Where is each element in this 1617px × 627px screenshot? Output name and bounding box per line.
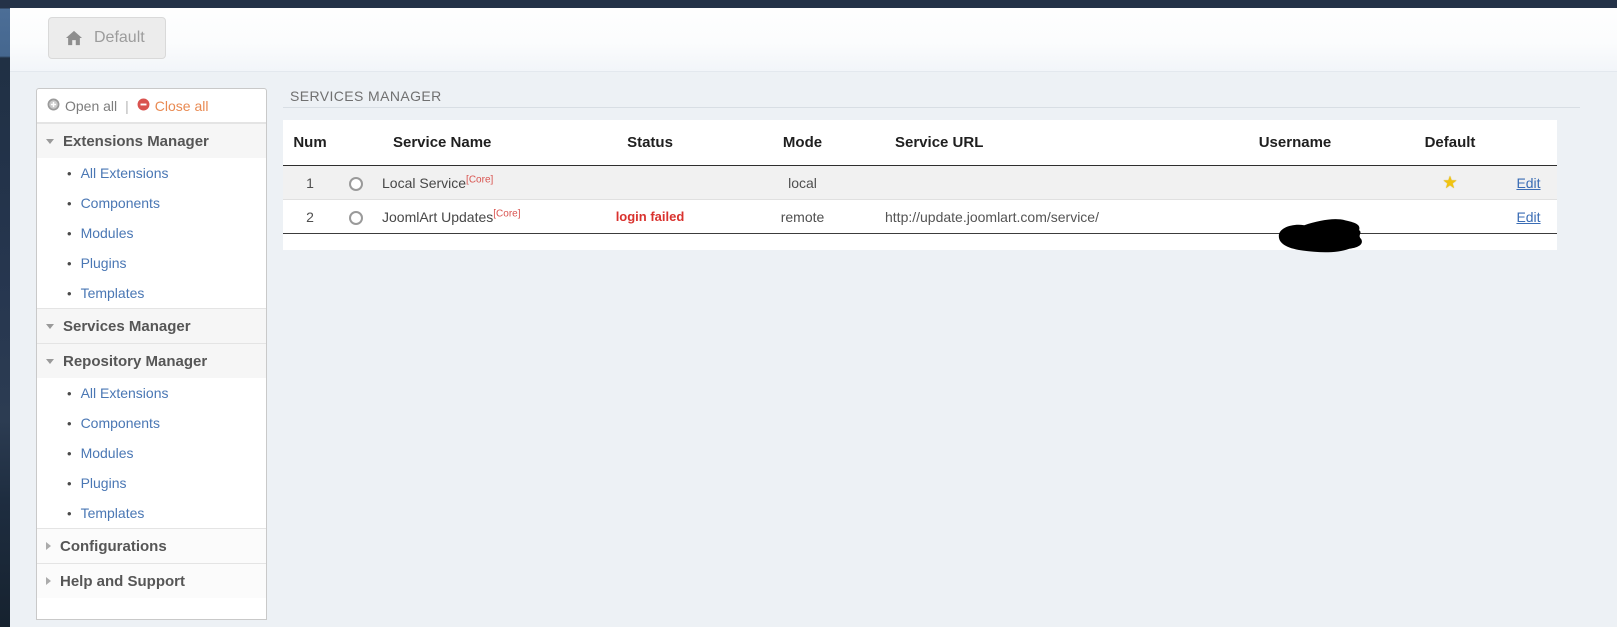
col-header-status: Status [627,134,673,151]
sidebar-section-extensions-manager[interactable]: Extensions Manager [37,123,266,158]
col-header-num: Num [293,134,327,151]
service-name-cell: Local Service[Core] [375,173,580,191]
sidebar-toolbar: Open all | Close all [37,89,266,123]
row-number: 2 [306,208,314,225]
mode-cell: remote [780,208,825,225]
item-label: Templates [80,285,145,301]
item-label: All Extensions [80,165,169,181]
caret-right-icon [46,577,51,585]
left-edge-stripe [0,0,10,627]
core-badge: [Core] [493,207,521,219]
default-template-button[interactable]: Default [48,17,166,59]
top-navy-bar [0,0,1617,8]
item-label: Modules [80,445,134,461]
mode-cell: local [788,174,817,191]
edit-link[interactable]: Edit [1516,209,1540,225]
sidebar-item-all-extensions[interactable]: All Extensions [37,378,266,408]
default-button-label: Default [94,29,145,46]
sidebar-item-templates[interactable]: Templates [37,498,266,528]
section-label: Configurations [60,537,167,555]
toolbar-divider: | [125,97,129,114]
caret-right-icon [46,542,51,550]
item-label: Templates [80,505,145,521]
sidebar-item-all-extensions[interactable]: All Extensions [37,158,266,188]
sidebar-item-components[interactable]: Components [37,188,266,218]
service-name: JoomlArt Updates [382,208,494,225]
status-cell: login failed [615,209,685,224]
home-icon [65,30,83,46]
sidebar-section-repository-manager[interactable]: Repository Manager [37,343,266,378]
table-row-joomlart-updates: 2 JoomlArt Updates[Core] login failed re… [283,200,1557,252]
item-label: Plugins [80,475,127,491]
col-header-default: Default [1424,134,1476,151]
item-label: Components [80,415,160,431]
sidebar-item-templates[interactable]: Templates [37,278,266,308]
sidebar-item-components[interactable]: Components [37,408,266,438]
title-divider [283,107,1580,108]
service-name-cell: JoomlArt Updates[Core] [375,207,580,225]
caret-down-icon [46,323,54,329]
top-toolbar: Default [10,8,1617,72]
open-all-button[interactable]: Open all [47,98,117,114]
caret-down-icon [46,138,54,144]
section-label: Extensions Manager [63,132,209,150]
sidebar-item-modules[interactable]: Modules [37,218,266,248]
sidebar-accordion: Open all | Close all Extensions Manager … [36,88,267,620]
open-all-label: Open all [65,97,118,114]
sidebar-section-services-manager[interactable]: Services Manager [37,308,266,343]
col-header-username: Username [1258,134,1332,151]
table-row-local-service: 1 Local Service[Core] local ★ Edit [283,166,1557,200]
col-header-mode: Mode [782,134,823,151]
redaction-blob [1278,218,1362,252]
section-label: Repository Manager [63,352,208,370]
table-header-row: Num Service Name Status Mode Service URL… [283,120,1557,166]
sidebar-item-plugins[interactable]: Plugins [37,468,266,498]
service-url-cell: http://update.joomlart.com/service/ [885,208,1099,225]
item-label: All Extensions [80,385,169,401]
row-number: 1 [306,174,314,191]
repository-manager-items: All Extensions Components Modules Plugin… [37,378,266,528]
default-star-icon[interactable]: ★ [1442,173,1457,192]
extensions-manager-items: All Extensions Components Modules Plugin… [37,158,266,308]
sidebar-item-modules[interactable]: Modules [37,438,266,468]
sidebar-section-configurations[interactable]: Configurations [37,528,266,563]
col-header-service-name: Service Name [393,134,492,151]
sidebar-item-plugins[interactable]: Plugins [37,248,266,278]
caret-down-icon [46,358,54,364]
row-select-radio[interactable] [349,210,363,225]
page-title: SERVICES MANAGER [290,88,442,104]
core-badge: [Core] [466,173,494,185]
col-header-service-url: Service URL [895,134,984,151]
close-all-button[interactable]: Close all [137,98,209,114]
section-label: Services Manager [63,317,191,335]
item-label: Modules [80,225,134,241]
minus-circle-icon [137,98,150,114]
edit-link[interactable]: Edit [1516,175,1540,191]
item-label: Plugins [80,255,127,271]
plus-circle-icon [47,98,60,114]
row-select-radio[interactable] [349,176,363,191]
sidebar-section-help-and-support[interactable]: Help and Support [37,563,266,598]
close-all-label: Close all [154,97,209,114]
section-label: Help and Support [60,572,185,590]
services-table-panel: Num Service Name Status Mode Service URL… [283,120,1557,252]
item-label: Components [80,195,160,211]
service-name: Local Service [382,174,467,191]
